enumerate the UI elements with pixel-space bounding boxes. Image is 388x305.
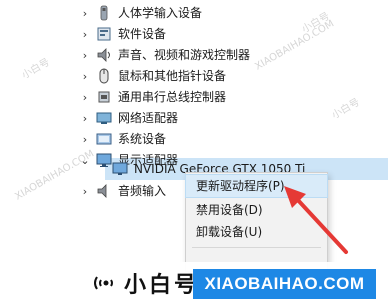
- signal-icon: [94, 276, 113, 290]
- brand-domain: XIAOBAIHAO.COM: [193, 269, 376, 299]
- brand-logo: 小白号: [92, 268, 199, 298]
- brand-name-zh: 小白号: [124, 273, 200, 298]
- annotation-arrow: [284, 186, 348, 254]
